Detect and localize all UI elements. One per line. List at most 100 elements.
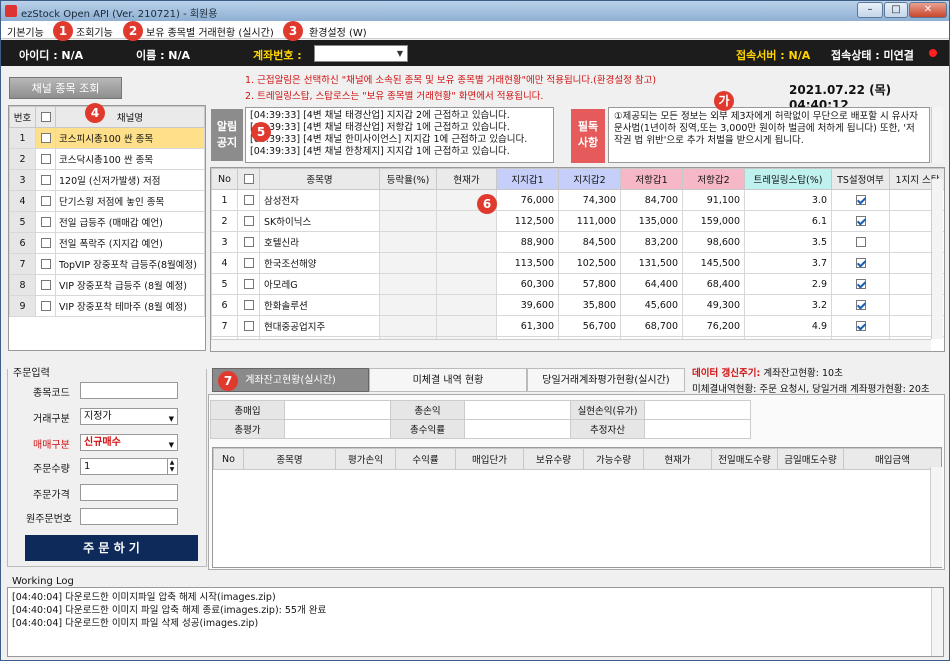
log-scrollbar[interactable]: [931, 588, 943, 656]
select-all-stocks-checkbox[interactable]: [243, 174, 254, 184]
channel-checkbox[interactable]: [40, 238, 51, 248]
channel-check-cell[interactable]: [35, 295, 56, 317]
channel-checkbox[interactable]: [40, 133, 51, 143]
channel-check-cell[interactable]: [35, 169, 56, 191]
log-line: [04:40:04] 다운로드한 이미지파일 압축 해제 시작(images.z…: [12, 592, 276, 603]
stock-check-cell[interactable]: [237, 252, 260, 274]
channel-row[interactable]: 6 전일 폭락주 (지지갑 예언): [9, 232, 205, 254]
channel-checkbox[interactable]: [40, 196, 51, 206]
stock-row[interactable]: 6 한화솔루션 39,600 35,800 45,600 49,300 3.2: [211, 294, 944, 316]
channel-check-cell[interactable]: [35, 190, 56, 212]
orig-order-input[interactable]: [80, 508, 178, 525]
stock-check-cell[interactable]: [237, 294, 260, 316]
menu-holdings-realtime[interactable]: 보유 종목별 거래현황 (실시간): [146, 24, 274, 39]
channel-check-cell[interactable]: [35, 211, 56, 233]
stock-row[interactable]: 5 아모레G 60,300 57,800 64,400 68,400 2.9: [211, 273, 944, 295]
summary-label: 총손익: [390, 400, 465, 420]
stock-checkbox[interactable]: [243, 321, 254, 331]
holdings-vscrollbar[interactable]: [930, 467, 942, 567]
stock-grid-hscrollbar[interactable]: [211, 339, 931, 351]
stock-col-1[interactable]: [237, 168, 260, 190]
stock-checkbox[interactable]: [243, 300, 254, 310]
stock-check-cell[interactable]: [237, 210, 260, 232]
price-input[interactable]: [80, 484, 178, 501]
select-all-checkbox[interactable]: [40, 112, 51, 122]
stock-check-cell[interactable]: [237, 273, 260, 295]
channel-checkbox[interactable]: [40, 217, 51, 227]
channel-row[interactable]: 5 전일 급등주 (매매갑 예언): [9, 211, 205, 233]
stock-checkbox[interactable]: [243, 195, 254, 205]
ts-enabled-checkbox[interactable]: [855, 216, 866, 226]
stock-s2: 102,500: [558, 252, 621, 274]
tab-today-eval[interactable]: 당일거래계좌평가현황(실시간): [527, 368, 685, 392]
ts-enabled-checkbox[interactable]: [855, 258, 866, 268]
ts-enabled-cell[interactable]: [831, 231, 890, 253]
ts-enabled-cell[interactable]: [831, 273, 890, 295]
stock-row[interactable]: 1 삼성전자 76,000 74,300 84,700 91,100 3.0: [211, 189, 944, 211]
channel-row[interactable]: 9 VIP 장중포착 테마주 (8월 예정): [9, 295, 205, 317]
channel-check-cell[interactable]: [35, 127, 56, 149]
ts-enabled-cell[interactable]: [831, 189, 890, 211]
stock-grid-vscrollbar[interactable]: [931, 179, 943, 339]
stock-check-cell[interactable]: [237, 189, 260, 211]
stock-row[interactable]: 3 호텔신라 88,900 84,500 83,200 98,600 3.5: [211, 231, 944, 253]
channel-checkbox[interactable]: [40, 301, 51, 311]
stock-row[interactable]: 7 현대중공업지주 61,300 56,700 68,700 76,200 4.9: [211, 315, 944, 337]
channel-row[interactable]: 8 VIP 장중포착 급등주 (8월 예정): [9, 274, 205, 296]
ts-enabled-checkbox[interactable]: [855, 321, 866, 331]
channel-row[interactable]: 2 코스닥시총100 싼 종목: [9, 148, 205, 170]
quantity-stepper[interactable]: 1 ▲ ▼: [80, 458, 178, 475]
channel-check-cell[interactable]: [35, 232, 56, 254]
price-label: 주문가격: [33, 490, 70, 501]
account-select[interactable]: ▼: [314, 45, 408, 62]
ts-enabled-checkbox[interactable]: [855, 279, 866, 289]
stock-code-input[interactable]: [80, 382, 178, 399]
stock-empty-cell: [436, 315, 497, 337]
ts-enabled-checkbox[interactable]: [855, 237, 866, 247]
channel-check-cell[interactable]: [35, 148, 56, 170]
stock-checkbox[interactable]: [243, 237, 254, 247]
channel-row[interactable]: 3 120일 (신저가발생) 저점: [9, 169, 205, 191]
stock-checkbox[interactable]: [243, 279, 254, 289]
channel-checkbox[interactable]: [40, 175, 51, 185]
channel-col-check[interactable]: [35, 106, 56, 128]
account-label: 계좌번호 :: [253, 49, 302, 62]
channel-row[interactable]: 1 코스피시총100 싼 종목: [9, 127, 205, 149]
menu-settings[interactable]: 환경설정 (W): [309, 24, 367, 39]
ts-enabled-cell[interactable]: [831, 294, 890, 316]
stock-s1: 76,000: [496, 189, 559, 211]
channel-row[interactable]: 4 단기스윙 저점에 놓인 종목: [9, 190, 205, 212]
ts-enabled-cell[interactable]: [831, 210, 890, 232]
channel-row[interactable]: 7 TopVIP 장중포착 급등주(8월예정): [9, 253, 205, 275]
maximize-button[interactable]: □: [884, 2, 908, 18]
ts-enabled-cell[interactable]: [831, 252, 890, 274]
stock-checkbox[interactable]: [243, 216, 254, 226]
stock-checkbox[interactable]: [243, 258, 254, 268]
channel-check-cell[interactable]: [35, 253, 56, 275]
minimize-button[interactable]: –: [857, 2, 883, 18]
stock-check-cell[interactable]: [237, 315, 260, 337]
channel-check-cell[interactable]: [35, 274, 56, 296]
channel-checkbox[interactable]: [40, 259, 51, 269]
trade-type-select[interactable]: 지정가 ▼: [80, 408, 178, 425]
channel-checkbox[interactable]: [40, 154, 51, 164]
trade-type-label: 거래구분: [33, 414, 70, 425]
ts-enabled-checkbox[interactable]: [855, 195, 866, 205]
channel-checkbox[interactable]: [40, 280, 51, 290]
ts-enabled-checkbox[interactable]: [855, 300, 866, 310]
tab-unfilled[interactable]: 미체결 내역 현황: [369, 368, 527, 392]
stock-check-cell[interactable]: [237, 231, 260, 253]
channel-query-button[interactable]: 채널 종목 조회: [9, 77, 122, 99]
ts-enabled-cell[interactable]: [831, 315, 890, 337]
menu-query[interactable]: 조회기능: [76, 24, 113, 39]
stepper-arrows-icon[interactable]: ▲ ▼: [167, 459, 176, 474]
side-select[interactable]: 신규매수 ▼: [80, 434, 178, 451]
close-button[interactable]: ✕: [909, 2, 947, 18]
submit-order-button[interactable]: 주 문 하 기: [25, 535, 198, 561]
stock-s2: 111,000: [558, 210, 621, 232]
must-read-scrollbar[interactable]: [931, 107, 943, 163]
stock-row[interactable]: 2 SK하이닉스 112,500 111,000 135,000 159,000 6.1: [211, 210, 944, 232]
summary-value: [644, 400, 751, 420]
stock-row[interactable]: 4 한국조선해양 113,500 102,500 131,500 145,500 3.7: [211, 252, 944, 274]
menu-basic[interactable]: 기본기능: [7, 24, 44, 39]
